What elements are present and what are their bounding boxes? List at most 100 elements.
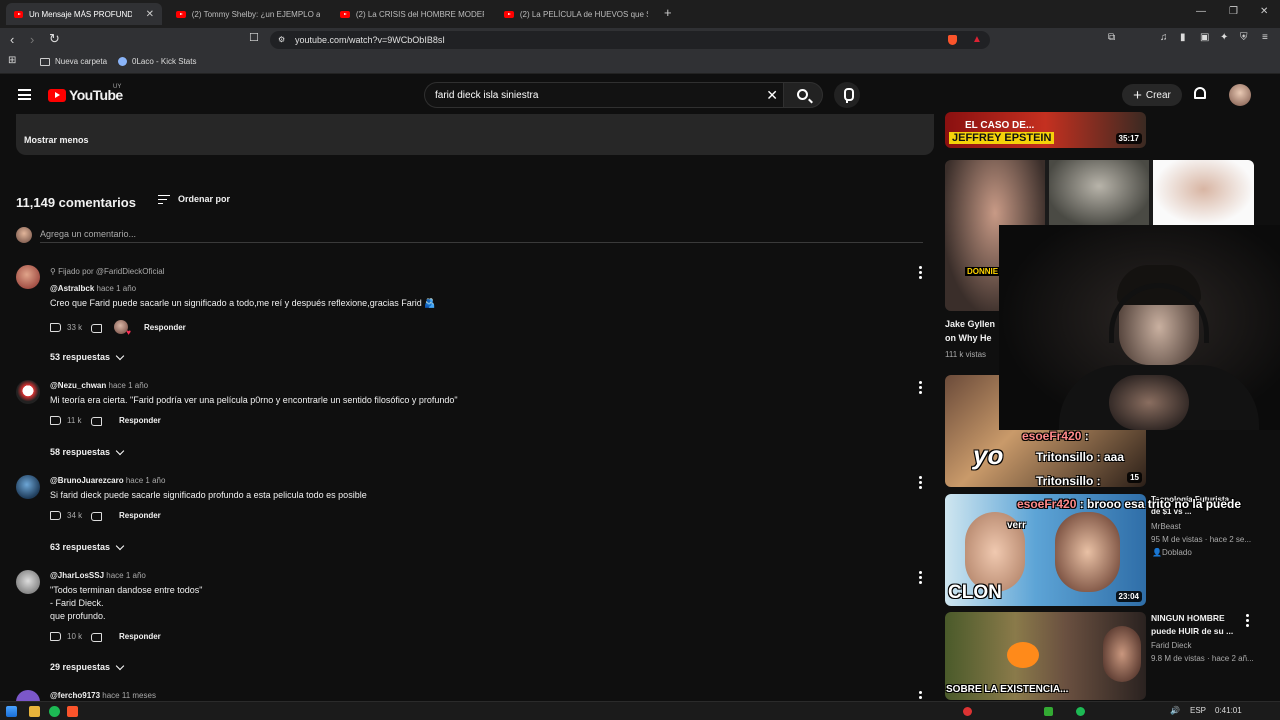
pinned-label: ⚲ Fijado por @FaridDieckOficial <box>50 267 165 276</box>
view-replies-button[interactable]: 58 respuestas <box>50 446 125 457</box>
reply-button[interactable]: Responder <box>119 632 161 641</box>
video-title[interactable]: NINGUN HOMBRE <box>1151 612 1225 624</box>
more-options-icon[interactable] <box>919 476 922 491</box>
account-avatar[interactable] <box>1229 84 1251 106</box>
close-tab-icon[interactable]: ✕ <box>146 9 154 20</box>
video-title[interactable]: Jake Gyllen <box>945 318 995 330</box>
create-button[interactable]: + Crear <box>1122 84 1182 106</box>
brave-rewards-icon[interactable]: ▲ <box>972 31 982 49</box>
like-icon[interactable] <box>50 511 61 520</box>
voice-search-icon[interactable] <box>834 82 860 108</box>
reply-button[interactable]: Responder <box>119 416 161 425</box>
avatar[interactable] <box>16 380 40 404</box>
url-field[interactable]: ⚙ youtube.com/watch?v=9WCbObIB8sI ▲ <box>270 31 990 49</box>
browser-tab[interactable]: (2) Tommy Shelby: ¿un EJEMPLO a se <box>168 3 328 25</box>
youtube-logo[interactable]: YouTube UY <box>48 84 123 103</box>
dislike-icon[interactable] <box>91 417 102 426</box>
clear-search-icon[interactable]: ✕ <box>766 87 778 104</box>
more-options-icon[interactable] <box>919 266 922 281</box>
avatar[interactable] <box>16 265 40 289</box>
comment-author[interactable]: @BrunoJuarezcaro <box>50 476 124 485</box>
reload-icon[interactable]: ↻ <box>49 31 60 47</box>
vpn-icon[interactable]: ⛨ <box>1240 32 1248 43</box>
avatar[interactable] <box>16 570 40 594</box>
view-replies-button[interactable]: 53 respuestas <box>50 351 125 362</box>
comment-author[interactable]: @fercho9173 <box>50 691 100 700</box>
avatar[interactable] <box>16 475 40 499</box>
tray-spotify-icon[interactable] <box>1076 707 1085 716</box>
tab-title: (2) La PELÍCULA de HUEVOS que SOL <box>519 9 648 19</box>
wallet-icon[interactable]: ▣ <box>1200 32 1209 43</box>
tab-title: (2) Tommy Shelby: ¿un EJEMPLO a se <box>191 9 320 19</box>
brave-icon[interactable] <box>67 706 78 717</box>
start-icon[interactable] <box>6 706 17 717</box>
brave-shield-icon[interactable] <box>948 35 957 45</box>
file-explorer-icon[interactable] <box>29 706 40 717</box>
video-title[interactable]: puede HUIR de su ... <box>1151 625 1233 637</box>
view-replies-button[interactable]: 29 respuestas <box>50 661 125 672</box>
back-icon[interactable]: ‹ <box>10 32 14 47</box>
video-title[interactable]: on Why He <box>945 332 992 344</box>
search-button[interactable] <box>783 82 823 108</box>
comment-author[interactable]: @JharLosSSJ <box>50 571 104 580</box>
bookmark-icon[interactable]: ☐ <box>249 31 259 44</box>
apps-icon[interactable]: ⊞ <box>8 55 16 66</box>
clock[interactable]: 0:41:01 <box>1215 706 1242 715</box>
close-window-icon[interactable]: ✕ <box>1260 6 1268 17</box>
search-input[interactable]: farid dieck isla siniestra ✕ <box>424 82 786 108</box>
comment-time[interactable]: hace 1 año <box>126 476 166 485</box>
minimize-icon[interactable]: — <box>1196 6 1206 17</box>
add-comment-input[interactable]: Agrega un comentario... <box>40 229 136 239</box>
site-info-icon[interactable]: ⚙ <box>278 31 285 49</box>
more-options-icon[interactable] <box>919 691 922 701</box>
restore-icon[interactable]: ❐ <box>1229 6 1238 17</box>
more-options-icon[interactable] <box>919 571 922 586</box>
comment-time[interactable]: hace 1 año <box>97 284 137 293</box>
avatar[interactable] <box>16 690 40 701</box>
dislike-icon[interactable] <box>91 323 102 333</box>
new-tab-button[interactable]: + <box>664 5 672 20</box>
overlay-chat-line: Tritonsillo : <box>1036 474 1101 488</box>
dislike-icon[interactable] <box>91 633 102 642</box>
notifications-bell-icon[interactable] <box>1194 87 1206 99</box>
volume-icon[interactable]: 🔊 <box>1170 706 1180 715</box>
comment-author[interactable]: @Nezu_chwan <box>50 381 106 390</box>
channel-name[interactable]: MrBeast <box>1151 522 1181 531</box>
comment-time[interactable]: hace 11 meses <box>102 691 156 700</box>
dislike-icon[interactable] <box>91 512 102 521</box>
bookmark-link[interactable]: 0Laco - Kick Stats <box>118 57 196 66</box>
comment-author[interactable]: @Astralbck <box>50 284 94 293</box>
media-icon[interactable]: ♫ <box>1160 32 1168 43</box>
sidebar-icon[interactable]: ▮ <box>1180 32 1186 43</box>
sort-comments-button[interactable]: Ordenar por <box>158 194 230 204</box>
browser-tab[interactable]: (2) La CRISIS del HOMBRE MODERN <box>332 3 492 25</box>
menu-icon[interactable]: ≡ <box>1262 32 1268 43</box>
tray-app-icon[interactable] <box>1044 707 1053 716</box>
video-thumbnail[interactable]: EL CASO DE... JEFFREY EPSTEIN 35:17 <box>945 112 1146 148</box>
video-thumbnail[interactable]: SOBRE LA EXISTENCIA... <box>945 612 1146 700</box>
more-options-icon[interactable] <box>1246 614 1249 629</box>
forward-icon[interactable]: › <box>30 32 34 47</box>
language-indicator[interactable]: ESP <box>1190 706 1206 715</box>
reply-button[interactable]: Responder <box>144 323 186 332</box>
comment-time[interactable]: hace 1 año <box>109 381 149 390</box>
hand <box>1109 375 1189 430</box>
comment-time[interactable]: hace 1 año <box>106 571 146 580</box>
view-replies-button[interactable]: 63 respuestas <box>50 541 125 552</box>
extensions-icon[interactable]: ⧉ <box>1108 32 1115 43</box>
guide-menu-icon[interactable] <box>18 89 31 100</box>
leo-ai-icon[interactable]: ✦ <box>1220 32 1228 43</box>
reply-button[interactable]: Responder <box>119 511 161 520</box>
like-icon[interactable] <box>50 322 61 332</box>
like-icon[interactable] <box>50 416 61 425</box>
show-less-button[interactable]: Mostrar menos <box>24 135 89 145</box>
like-icon[interactable] <box>50 632 61 641</box>
bookmark-folder[interactable]: Nueva carpeta <box>40 57 107 66</box>
browser-tab-active[interactable]: Un Mensaje MÁS PROFUNDO de ✕ <box>6 3 162 25</box>
more-options-icon[interactable] <box>919 381 922 396</box>
spotify-icon[interactable] <box>49 706 60 717</box>
browser-tab[interactable]: (2) La PELÍCULA de HUEVOS que SOL <box>496 3 656 25</box>
tray-app-icon[interactable] <box>963 707 972 716</box>
thumbnail-text: CLON <box>948 582 1002 603</box>
channel-name[interactable]: Farid Dieck <box>1151 641 1191 650</box>
